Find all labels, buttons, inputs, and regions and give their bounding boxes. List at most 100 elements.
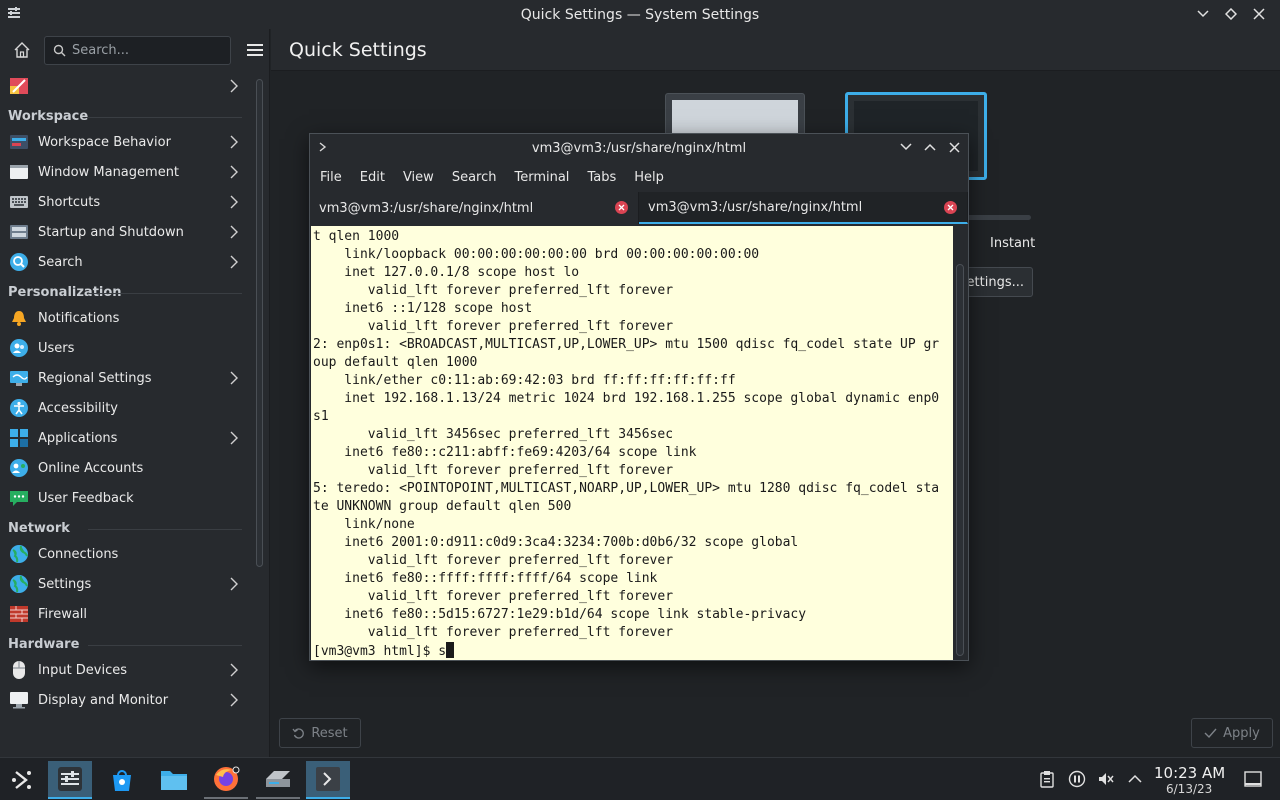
menu-help[interactable]: Help bbox=[634, 170, 673, 185]
sidebar-item-display-and-monitor[interactable]: Display and Monitor bbox=[0, 685, 250, 715]
slider-label-instant: Instant bbox=[990, 236, 1036, 251]
chevron-right-icon bbox=[230, 225, 238, 239]
sidebar-item-regional-settings[interactable]: Regional Settings bbox=[0, 363, 250, 393]
sidebar-item-applications[interactable]: Applications bbox=[0, 423, 250, 453]
sidebar-scrollbar[interactable] bbox=[256, 79, 263, 567]
reset-button[interactable]: Reset bbox=[279, 718, 361, 748]
taskbar-firefox[interactable] bbox=[204, 761, 248, 799]
sidebar-category-personalization: Personalization bbox=[0, 277, 250, 303]
home-icon bbox=[14, 42, 30, 58]
close-button[interactable] bbox=[1250, 5, 1268, 23]
terminal-line: valid_lft 3456sec preferred_lft 3456sec bbox=[313, 427, 674, 442]
taskbar-konsole[interactable] bbox=[306, 761, 350, 799]
tab-close-icon[interactable] bbox=[615, 201, 628, 214]
sidebar-item-label: Settings bbox=[38, 576, 92, 592]
search-input[interactable]: Search... bbox=[44, 35, 231, 65]
sidebar-item-label: Startup and Shutdown bbox=[38, 224, 184, 240]
terminal-line: s1 bbox=[313, 409, 329, 424]
volume-muted-icon[interactable] bbox=[1097, 770, 1115, 788]
chevron-right-icon bbox=[230, 79, 238, 93]
page-title: Quick Settings bbox=[271, 29, 1280, 71]
tab-close-icon[interactable] bbox=[944, 201, 957, 214]
chevron-right-icon bbox=[230, 693, 238, 707]
terminal-prompt-line[interactable]: [vm3@vm3 html]$ s bbox=[313, 642, 953, 660]
terminal-line: te UNKNOWN group default qlen 500 bbox=[313, 499, 572, 514]
sidebar-item-startup-and-shutdown[interactable]: Startup and Shutdown bbox=[0, 217, 250, 247]
menu-edit[interactable]: Edit bbox=[360, 170, 394, 185]
chevron-right-icon bbox=[230, 431, 238, 445]
menu-file[interactable]: File bbox=[320, 170, 351, 185]
sidebar-item-search[interactable]: Search bbox=[0, 247, 250, 277]
konsole-window[interactable]: vm3@vm3:/usr/share/nginx/html File Edit … bbox=[309, 133, 969, 661]
maximize-button[interactable] bbox=[1222, 5, 1240, 23]
sidebar-item-online-accounts[interactable]: Online Accounts bbox=[0, 453, 250, 483]
show-desktop-icon[interactable] bbox=[1244, 770, 1262, 788]
sidebar-item-workspace-behavior[interactable]: Workspace Behavior bbox=[0, 127, 250, 157]
sidebar-item-label: Shortcuts bbox=[38, 194, 101, 210]
taskbar-scanner[interactable] bbox=[256, 761, 300, 799]
sidebar-item-label: User Feedback bbox=[38, 490, 134, 506]
media-pause-icon[interactable] bbox=[1068, 770, 1086, 788]
konsole-close-button[interactable] bbox=[946, 139, 962, 155]
taskbar-discover[interactable] bbox=[100, 761, 144, 799]
globe-icon bbox=[8, 574, 30, 594]
sidebar-item-label: Search bbox=[38, 254, 83, 270]
menu-tabs[interactable]: Tabs bbox=[587, 170, 625, 185]
sidebar-list: Workspace Workspace Behavior Window Manage… bbox=[0, 71, 250, 715]
sidebar-item-users[interactable]: Users bbox=[0, 333, 250, 363]
undo-icon bbox=[292, 727, 305, 739]
sidebar-item-accessibility[interactable]: Accessibility bbox=[0, 393, 250, 423]
animation-speed-slider[interactable] bbox=[961, 215, 1031, 220]
app-launcher-button[interactable] bbox=[0, 761, 44, 799]
workspace-behavior-icon bbox=[8, 132, 30, 152]
sidebar-item-window-management[interactable]: Window Management bbox=[0, 157, 250, 187]
home-button[interactable] bbox=[8, 36, 36, 64]
terminal-line: valid_lft forever preferred_lft forever bbox=[313, 625, 674, 640]
sidebar-item-input-devices[interactable]: Input Devices bbox=[0, 655, 250, 685]
terminal-line: inet6 fe80::c211:abff:fe69:4203/64 scope… bbox=[313, 445, 697, 460]
menu-terminal[interactable]: Terminal bbox=[514, 170, 578, 185]
sidebar-item-settings[interactable]: Settings bbox=[0, 569, 250, 599]
sidebar-item-shortcuts[interactable]: Shortcuts bbox=[0, 187, 250, 217]
chevron-right-icon bbox=[230, 195, 238, 209]
tab-session-2[interactable]: vm3@vm3:/usr/share/nginx/html bbox=[639, 192, 968, 224]
minimize-button[interactable] bbox=[1194, 5, 1212, 23]
menu-view[interactable]: View bbox=[403, 170, 443, 185]
window-titlebar: Quick Settings — System Settings bbox=[0, 0, 1280, 29]
sidebar-item-label: Window Management bbox=[38, 164, 180, 180]
tab-session-1[interactable]: vm3@vm3:/usr/share/nginx/html bbox=[310, 192, 639, 224]
taskbar-system-settings[interactable] bbox=[48, 761, 92, 799]
clock-time[interactable]: 10:23 AM bbox=[1154, 764, 1225, 782]
terminal-output[interactable]: t qlen 1000 link/loopback 00:00:00:00:00… bbox=[311, 226, 953, 660]
sidebar-item-appearance[interactable] bbox=[0, 71, 250, 101]
more-settings-button[interactable]: Settings... bbox=[958, 267, 1033, 297]
clock-date[interactable]: 6/13/23 bbox=[1166, 782, 1212, 796]
sidebar-category-hardware: Hardware bbox=[0, 629, 250, 655]
sidebar-item-label: Online Accounts bbox=[38, 460, 144, 476]
konsole-titlebar[interactable]: vm3@vm3:/usr/share/nginx/html bbox=[310, 134, 968, 162]
terminal-line: inet6 2001:0:d911:c0d9:3ca4:3234:700b:d0… bbox=[313, 535, 799, 550]
sidebar-item-notifications[interactable]: Notifications bbox=[0, 303, 250, 333]
chevron-right-icon bbox=[230, 577, 238, 591]
globe-icon bbox=[8, 544, 30, 564]
apply-button[interactable]: Apply bbox=[1191, 718, 1273, 748]
sidebar-item-label: Input Devices bbox=[38, 662, 128, 678]
konsole-tabbar: vm3@vm3:/usr/share/nginx/html vm3@vm3:/u… bbox=[310, 192, 968, 224]
terminal-scrollbar[interactable] bbox=[956, 264, 964, 656]
konsole-minimize-button[interactable] bbox=[898, 139, 914, 155]
terminal-line: link/loopback 00:00:00:00:00:00 brd 00:0… bbox=[313, 247, 760, 262]
sidebar-item-connections[interactable]: Connections bbox=[0, 539, 250, 569]
menu-button[interactable] bbox=[241, 36, 269, 64]
search-icon bbox=[8, 252, 30, 272]
menu-search[interactable]: Search bbox=[452, 170, 506, 185]
konsole-maximize-button[interactable] bbox=[922, 139, 938, 155]
taskbar-file-manager[interactable] bbox=[152, 761, 196, 799]
sidebar-category-workspace: Workspace bbox=[0, 101, 250, 127]
hamburger-icon bbox=[247, 44, 263, 56]
clipboard-icon[interactable] bbox=[1038, 770, 1056, 788]
system-settings-icon[interactable] bbox=[6, 5, 22, 21]
chevron-up-icon[interactable] bbox=[1126, 770, 1144, 788]
sidebar-item-firewall[interactable]: Firewall bbox=[0, 599, 250, 629]
apply-label: Apply bbox=[1223, 725, 1260, 741]
sidebar-item-user-feedback[interactable]: User Feedback bbox=[0, 483, 250, 513]
